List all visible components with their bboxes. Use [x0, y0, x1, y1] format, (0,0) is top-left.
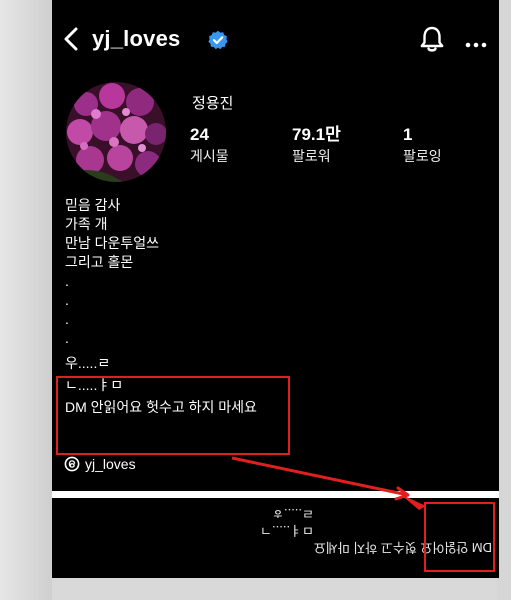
bio-line: 만남 다운투얼쓰 — [65, 235, 160, 251]
verified-icon — [208, 30, 228, 50]
bio-line: . — [65, 330, 69, 346]
bio-highlighted-line: 우.....ㄹ — [65, 355, 111, 371]
top-bar: yj_loves — [52, 14, 499, 66]
right-margin — [497, 0, 511, 600]
followers-count: 79.1만 — [292, 125, 341, 144]
bio-line: . — [65, 273, 69, 289]
display-name: 정용진 — [192, 95, 234, 112]
bio-line: 그리고 홀몬 — [65, 254, 134, 270]
back-icon[interactable] — [58, 24, 84, 54]
annotation-box-flipped — [424, 502, 495, 572]
bell-icon[interactable] — [418, 24, 446, 54]
bio-line: 가족 개 — [65, 216, 108, 232]
divider — [52, 491, 499, 498]
avatar[interactable] — [66, 82, 166, 182]
threads-icon — [64, 456, 80, 472]
bio-line: . — [65, 311, 69, 327]
followers-stat[interactable]: 79.1만 팔로워 — [292, 124, 341, 166]
following-stat[interactable]: 1 팔로잉 — [403, 124, 442, 166]
profile-screen: yj_loves 정용진 24 게시물 79.1만 팔로워 1 팔로잉 믿음 감… — [52, 0, 499, 578]
bio-line: . — [65, 292, 69, 308]
threads-handle: yj_loves — [85, 456, 136, 472]
posts-count: 24 — [190, 125, 209, 144]
posts-stat[interactable]: 24 게시물 — [190, 124, 229, 166]
following-label: 팔로잉 — [403, 148, 442, 164]
left-margin — [0, 0, 52, 600]
annotation-box — [56, 376, 290, 455]
following-count: 1 — [403, 125, 413, 144]
followers-label: 팔로워 — [292, 148, 331, 164]
posts-label: 게시물 — [190, 148, 229, 164]
profile-username: yj_loves — [92, 26, 181, 51]
more-icon[interactable] — [464, 36, 488, 48]
bio-line: 믿음 감사 — [65, 197, 121, 213]
threads-link[interactable]: yj_loves — [64, 456, 136, 472]
